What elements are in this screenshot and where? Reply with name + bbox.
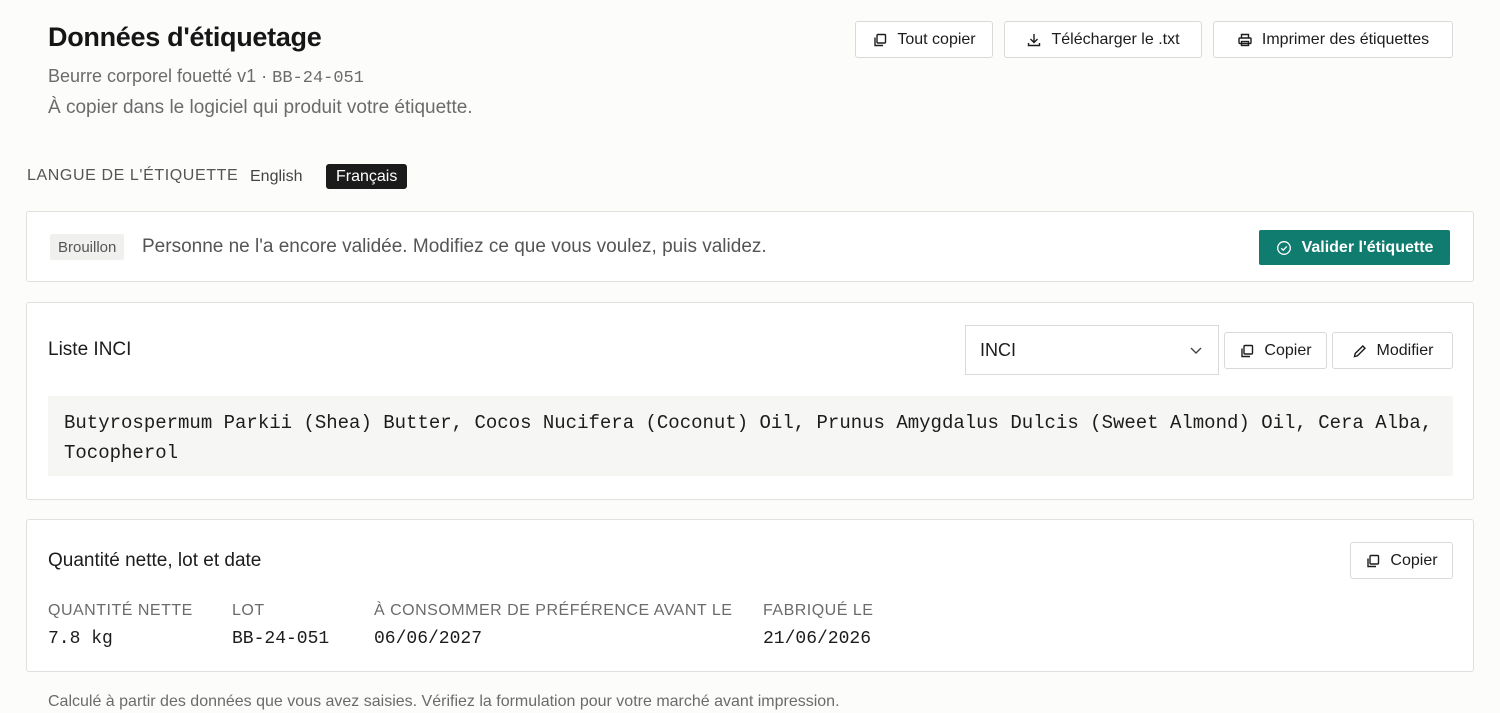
field-manufactured: FABRIQUÉ LE 21/06/2026 [763, 602, 873, 649]
product-code: BB-24-051 [272, 69, 364, 88]
copy-icon [1367, 554, 1380, 567]
field-label: À CONSOMMER DE PRÉFÉRENCE AVANT LE [374, 602, 733, 619]
download-icon [1028, 33, 1041, 46]
field-label: QUANTITÉ NETTE [48, 602, 193, 619]
field-lot: LOT BB-24-051 [232, 602, 329, 649]
product-subtitle: Beurre corporel fouetté v1 · BB-24-051 [48, 66, 364, 88]
print-labels-button[interactable]: Imprimer des étiquettes [1213, 21, 1453, 58]
footnote: Calculé à partir des données que vous av… [48, 693, 840, 710]
validate-label: Valider l'étiquette [1301, 238, 1434, 256]
field-value: 06/06/2027 [374, 629, 483, 649]
language-option-english[interactable]: English [240, 164, 312, 189]
check-circle-icon [1276, 240, 1291, 255]
inci-panel: Liste INCI INCI Copier Modifier Butyrosp… [26, 302, 1474, 500]
field-best-before: À CONSOMMER DE PRÉFÉRENCE AVANT LE 06/06… [374, 602, 732, 649]
copy-all-label: Tout copier [897, 30, 976, 48]
inci-copy-button[interactable]: Copier [1224, 332, 1327, 369]
chevron-down-icon [1190, 347, 1202, 354]
print-label: Imprimer des étiquettes [1261, 30, 1430, 48]
validation-status-panel: Brouillon Personne ne l'a encore validée… [26, 211, 1474, 282]
quantity-copy-button[interactable]: Copier [1350, 542, 1453, 579]
page-description: À copier dans le logiciel qui produit vo… [48, 97, 473, 118]
product-name: Beurre corporel fouetté v1 · [48, 66, 268, 86]
inci-list-text: Butyrospermum Parkii (Shea) Butter, Coco… [48, 396, 1453, 476]
download-txt-button[interactable]: Télécharger le .txt [1004, 21, 1202, 58]
language-label: LANGUE DE L'ÉTIQUETTE [27, 167, 239, 184]
copy-icon [874, 33, 887, 46]
download-label: Télécharger le .txt [1051, 30, 1180, 48]
field-value: BB-24-051 [232, 629, 330, 649]
quantity-title: Quantité nette, lot et date [48, 550, 262, 571]
page-title: Données d'étiquetage [48, 22, 322, 52]
inci-title: Liste INCI [48, 339, 132, 360]
validate-label-button[interactable]: Valider l'étiquette [1259, 230, 1450, 265]
pencil-icon [1353, 344, 1366, 357]
inci-format-value: INCI [980, 339, 1016, 360]
field-label: FABRIQUÉ LE [763, 602, 874, 619]
field-label: LOT [232, 602, 265, 619]
inci-edit-button[interactable]: Modifier [1332, 332, 1453, 369]
copy-all-button[interactable]: Tout copier [855, 21, 993, 58]
quantity-lot-date-panel: Quantité nette, lot et date Copier QUANT… [26, 519, 1474, 672]
field-value: 21/06/2026 [763, 629, 872, 649]
validation-status-message: Personne ne l'a encore validée. Modifiez… [142, 236, 767, 257]
inci-copy-label: Copier [1264, 341, 1312, 359]
printer-icon [1238, 33, 1252, 46]
draft-badge: Brouillon [50, 234, 125, 260]
field-net-quantity: QUANTITÉ NETTE 7.8 kg [48, 602, 193, 649]
field-value: 7.8 kg [48, 629, 113, 649]
language-option-french[interactable]: Français [326, 164, 408, 189]
quantity-copy-label: Copier [1390, 551, 1438, 569]
inci-format-select[interactable]: INCI [965, 325, 1219, 375]
copy-icon [1241, 344, 1254, 357]
inci-edit-label: Modifier [1376, 341, 1434, 359]
